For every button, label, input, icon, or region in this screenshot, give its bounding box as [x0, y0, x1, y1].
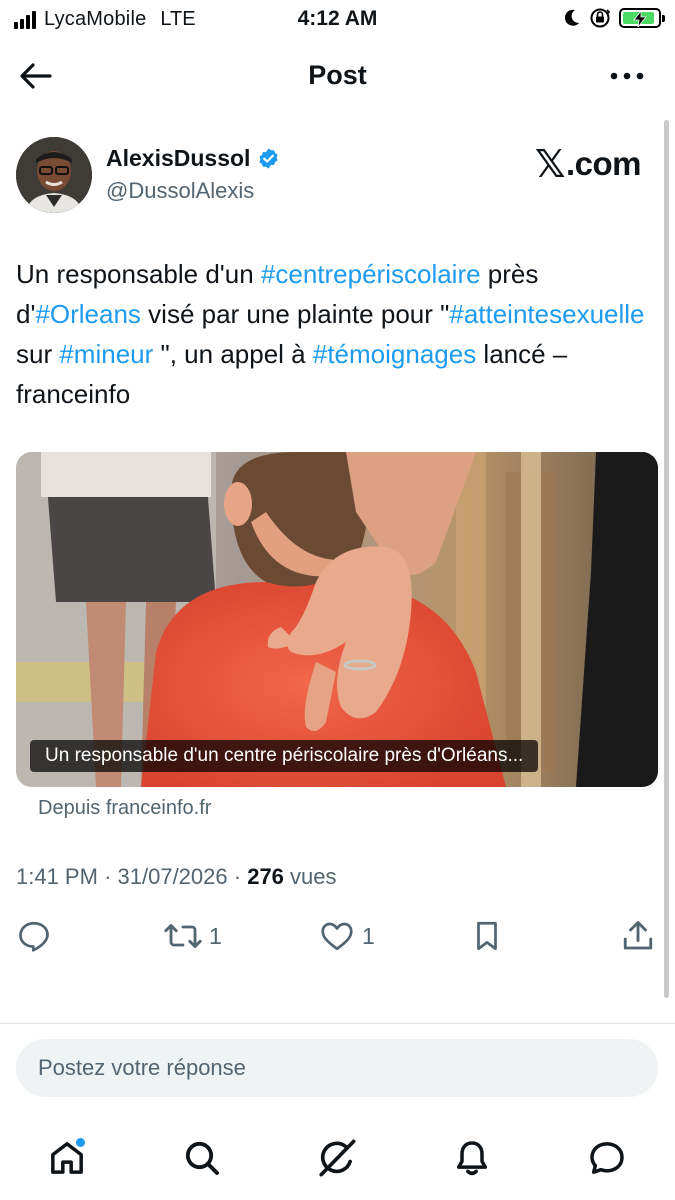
notifications-icon — [456, 1141, 488, 1176]
scrollbar[interactable] — [664, 120, 669, 998]
post-text-segment: visé par une plainte pour " — [140, 299, 450, 329]
post-text: Un responsable d'un #centrepériscolaire … — [16, 254, 646, 414]
x-logo-icon: 𝕏 — [534, 142, 566, 186]
avatar[interactable] — [16, 137, 92, 213]
views-count[interactable]: 276 — [247, 864, 284, 889]
reply-input[interactable] — [16, 1039, 658, 1097]
post-meta: 1:41 PM · 31/07/2026 · 276 vues — [16, 864, 337, 890]
views-label[interactable]: vues — [290, 864, 336, 889]
post-text-segment: ", un appel à — [153, 339, 313, 369]
messages-icon — [590, 1142, 624, 1174]
post-actions: 1 1 — [0, 918, 675, 958]
author-name-row[interactable]: AlexisDussol — [106, 145, 280, 172]
divider — [0, 1023, 675, 1024]
moon-icon — [564, 9, 579, 26]
nav-search[interactable] — [180, 1136, 224, 1180]
share-button[interactable] — [620, 918, 656, 954]
card-image[interactable] — [16, 452, 658, 787]
orientation-lock-icon — [590, 8, 611, 28]
meta-separator: · — [233, 864, 242, 889]
post-text-segment: sur — [16, 339, 60, 369]
author-handle[interactable]: @DussolAlexis — [106, 178, 254, 204]
post-text-segment: Un responsable d'un — [16, 259, 261, 289]
post-header: Post — [0, 48, 675, 104]
post-date: 31/07/2026 — [117, 864, 228, 889]
status-bar: LycaMobile LTE 4:12 AM — [0, 0, 675, 40]
bottom-nav — [0, 1120, 675, 1200]
grok-icon — [319, 1139, 356, 1177]
retweet-icon — [164, 924, 202, 948]
page-title: Post — [308, 60, 367, 90]
notification-dot — [76, 1138, 85, 1147]
nav-notifications[interactable] — [450, 1136, 494, 1180]
like-button[interactable]: 1 — [318, 918, 375, 954]
nav-home[interactable] — [45, 1136, 89, 1180]
retweet-button[interactable]: 1 — [163, 918, 222, 954]
post-time: 1:41 PM — [16, 864, 98, 889]
nav-grok[interactable] — [315, 1136, 359, 1180]
more-horizontal-icon[interactable] — [609, 64, 645, 88]
card-source[interactable]: Depuis franceinfo.fr — [38, 797, 211, 820]
hashtag-link[interactable]: #mineur — [59, 339, 153, 369]
reply-icon — [19, 921, 49, 952]
retweet-count: 1 — [209, 922, 222, 949]
hashtag-link[interactable]: #centrepériscolaire — [261, 259, 481, 289]
nav-messages[interactable] — [585, 1136, 629, 1180]
status-right — [563, 7, 665, 29]
heart-icon — [321, 922, 353, 951]
link-card[interactable]: Un responsable d'un centre périscolaire … — [16, 452, 658, 787]
reply-button[interactable] — [16, 918, 52, 954]
meta-separator: · — [104, 864, 112, 889]
bookmark-button[interactable] — [470, 918, 504, 954]
like-count: 1 — [362, 922, 375, 949]
hashtag-link[interactable]: #témoignages — [313, 339, 476, 369]
watermark-text: .com — [565, 145, 642, 182]
hashtag-link[interactable]: #atteintesexuelle — [449, 299, 644, 329]
author-name[interactable]: AlexisDussol — [106, 145, 250, 172]
battery-charging-icon — [619, 8, 665, 28]
search-icon — [185, 1141, 219, 1175]
share-icon — [623, 921, 653, 950]
x-com-watermark: 𝕏 .com — [534, 142, 642, 186]
hashtag-link[interactable]: #Orleans — [35, 299, 141, 329]
reply-box[interactable] — [16, 1039, 658, 1097]
verified-badge-icon[interactable] — [257, 147, 280, 170]
card-caption[interactable]: Un responsable d'un centre périscolaire … — [30, 740, 539, 772]
bookmark-icon — [477, 921, 497, 951]
